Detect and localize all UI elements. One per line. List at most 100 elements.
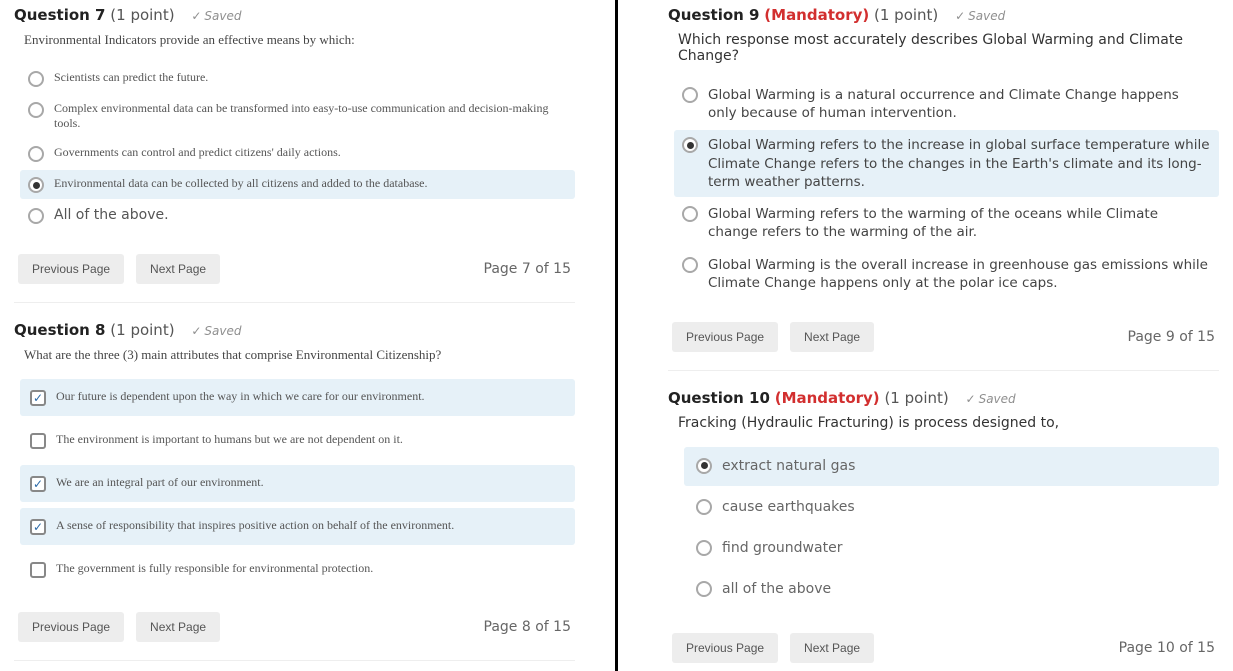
q7-nav: Previous Page Next Page Page 7 of 15	[14, 246, 575, 296]
q8-option-3-label: We are an integral part of our environme…	[56, 475, 264, 490]
q7-option-1[interactable]: Scientists can predict the future.	[20, 64, 575, 93]
radio-icon	[682, 206, 698, 222]
q8-option-1[interactable]: Our future is dependent upon the way in …	[20, 379, 575, 416]
check-icon: ✓	[955, 9, 965, 23]
q8-option-1-label: Our future is dependent upon the way in …	[56, 389, 425, 404]
checkbox-icon	[30, 519, 46, 535]
check-icon: ✓	[191, 9, 201, 23]
radio-icon	[28, 71, 44, 87]
next-page-button[interactable]: Next Page	[136, 254, 220, 284]
separator	[14, 660, 575, 661]
q7-pagination: Page 7 of 15	[484, 261, 571, 277]
radio-icon	[28, 208, 44, 224]
checkbox-icon	[30, 562, 46, 578]
question-8-options: Our future is dependent upon the way in …	[20, 379, 575, 588]
question-7-text: Environmental Indicators provide an effe…	[24, 32, 575, 48]
separator	[14, 302, 575, 303]
radio-icon	[28, 102, 44, 118]
q9-option-2[interactable]: Global Warming refers to the increase in…	[674, 130, 1219, 197]
q7-option-4[interactable]: Environmental data can be collected by a…	[20, 170, 575, 199]
q9-option-1-label: Global Warming is a natural occurrence a…	[708, 86, 1211, 122]
question-9: Question 9 (Mandatory) (1 point) ✓Saved …	[628, 0, 1223, 383]
question-7-saved: ✓Saved	[191, 9, 241, 23]
q7-option-1-label: Scientists can predict the future.	[54, 70, 208, 85]
question-10-mandatory: (Mandatory)	[775, 389, 880, 407]
q8-nav: Previous Page Next Page Page 8 of 15	[14, 604, 575, 654]
q10-option-2[interactable]: cause earthquakes	[684, 488, 1219, 527]
right-panel: Question 9 (Mandatory) (1 point) ✓Saved …	[618, 0, 1233, 671]
check-icon: ✓	[191, 324, 201, 338]
next-page-button[interactable]: Next Page	[790, 322, 874, 352]
radio-icon	[682, 257, 698, 273]
q8-option-5[interactable]: The government is fully responsible for …	[20, 551, 575, 588]
question-10-number: Question 10	[668, 389, 770, 407]
check-icon: ✓	[966, 392, 976, 406]
q10-option-3-label: find groundwater	[722, 539, 842, 558]
q10-option-3[interactable]: find groundwater	[684, 529, 1219, 568]
q9-option-4-label: Global Warming is the overall increase i…	[708, 256, 1211, 292]
q10-option-1-label: extract natural gas	[722, 457, 855, 476]
previous-page-button[interactable]: Previous Page	[18, 612, 124, 642]
question-10-options: extract natural gas cause earthquakes fi…	[684, 447, 1219, 609]
checkbox-icon	[30, 433, 46, 449]
radio-icon	[696, 499, 712, 515]
q8-option-2[interactable]: The environment is important to humans b…	[20, 422, 575, 459]
question-9-options: Global Warming is a natural occurrence a…	[674, 80, 1219, 298]
previous-page-button[interactable]: Previous Page	[672, 633, 778, 663]
question-9-points: (1 point)	[874, 6, 938, 24]
q8-option-5-label: The government is fully responsible for …	[56, 561, 373, 576]
question-7: Question 7 (1 point) ✓Saved Environmenta…	[10, 0, 605, 315]
question-7-number: Question 7	[14, 6, 106, 24]
question-7-options: Scientists can predict the future. Compl…	[20, 64, 575, 230]
q10-option-2-label: cause earthquakes	[722, 498, 855, 517]
question-8: Question 8 (1 point) ✓Saved What are the…	[10, 315, 605, 671]
previous-page-button[interactable]: Previous Page	[18, 254, 124, 284]
question-10-text: Fracking (Hydraulic Fracturing) is proce…	[678, 415, 1219, 431]
q10-option-1[interactable]: extract natural gas	[684, 447, 1219, 486]
left-panel: Question 7 (1 point) ✓Saved Environmenta…	[0, 0, 615, 671]
q8-option-4-label: A sense of responsibility that inspires …	[56, 518, 454, 533]
q9-option-1[interactable]: Global Warming is a natural occurrence a…	[674, 80, 1219, 128]
q10-option-4-label: all of the above	[722, 580, 831, 599]
question-8-text: What are the three (3) main attributes t…	[24, 347, 575, 363]
q10-pagination: Page 10 of 15	[1119, 640, 1215, 656]
q7-option-4-label: Environmental data can be collected by a…	[54, 176, 428, 191]
question-9-text: Which response most accurately describes…	[678, 32, 1219, 64]
q9-option-4[interactable]: Global Warming is the overall increase i…	[674, 250, 1219, 298]
question-8-number: Question 8	[14, 321, 106, 339]
question-8-saved: ✓Saved	[191, 324, 241, 338]
q9-option-3-label: Global Warming refers to the warming of …	[708, 205, 1211, 241]
q8-option-2-label: The environment is important to humans b…	[56, 432, 403, 447]
question-9-saved: ✓Saved	[955, 9, 1005, 23]
question-10-points: (1 point)	[884, 389, 948, 407]
q8-option-3[interactable]: We are an integral part of our environme…	[20, 465, 575, 502]
checkbox-icon	[30, 390, 46, 406]
q7-option-5-label: All of the above.	[54, 207, 169, 223]
question-7-title: Question 7 (1 point) ✓Saved	[14, 6, 575, 24]
question-10: Question 10 (Mandatory) (1 point) ✓Saved…	[628, 383, 1223, 671]
radio-icon	[28, 177, 44, 193]
question-8-points: (1 point)	[110, 321, 174, 339]
q9-pagination: Page 9 of 15	[1128, 329, 1215, 345]
radio-icon	[696, 540, 712, 556]
q7-option-3-label: Governments can control and predict citi…	[54, 145, 341, 160]
separator	[668, 370, 1219, 371]
radio-icon	[28, 146, 44, 162]
q10-option-4[interactable]: all of the above	[684, 570, 1219, 609]
q9-option-3[interactable]: Global Warming refers to the warming of …	[674, 199, 1219, 247]
next-page-button[interactable]: Next Page	[136, 612, 220, 642]
q7-option-2-label: Complex environmental data can be transf…	[54, 101, 567, 131]
radio-icon	[696, 458, 712, 474]
q9-nav: Previous Page Next Page Page 9 of 15	[668, 314, 1219, 364]
next-page-button[interactable]: Next Page	[790, 633, 874, 663]
q7-option-2[interactable]: Complex environmental data can be transf…	[20, 95, 575, 137]
question-10-saved: ✓Saved	[966, 392, 1016, 406]
q8-option-4[interactable]: A sense of responsibility that inspires …	[20, 508, 575, 545]
question-9-number: Question 9	[668, 6, 760, 24]
q7-option-5[interactable]: All of the above.	[20, 201, 575, 230]
previous-page-button[interactable]: Previous Page	[672, 322, 778, 352]
q9-option-2-label: Global Warming refers to the increase in…	[708, 136, 1211, 191]
question-10-title: Question 10 (Mandatory) (1 point) ✓Saved	[668, 389, 1219, 407]
q7-option-3[interactable]: Governments can control and predict citi…	[20, 139, 575, 168]
q8-pagination: Page 8 of 15	[484, 619, 571, 635]
